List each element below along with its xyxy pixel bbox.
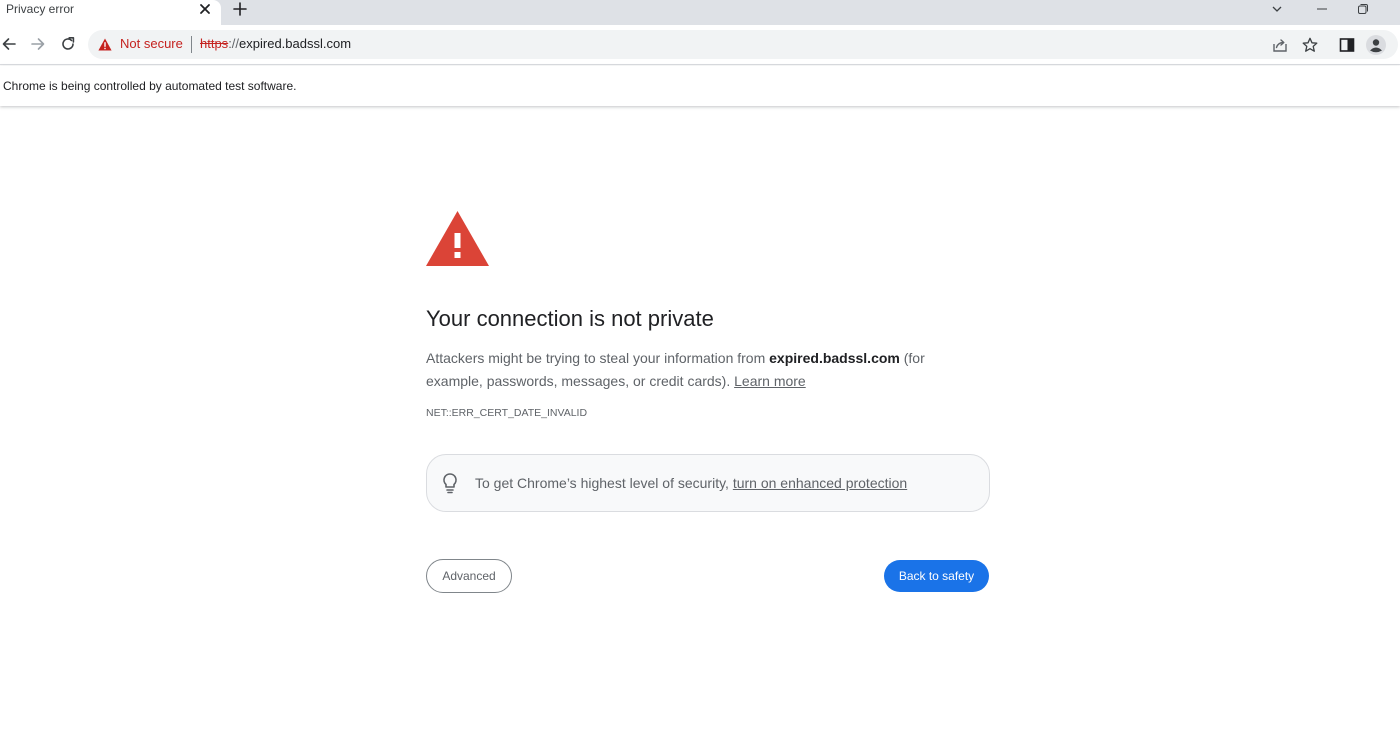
explanation-prefix: Attackers might be trying to steal your … [426,350,770,366]
security-chip[interactable]: Not secure [120,36,183,51]
enhanced-prefix: To get Chrome’s highest level of securit… [475,475,733,491]
close-icon[interactable] [198,2,212,16]
reload-icon[interactable] [60,36,76,52]
side-panel-icon[interactable] [1339,37,1355,53]
learn-more-link[interactable]: Learn more [734,373,806,389]
advanced-button[interactable]: Advanced [426,559,512,593]
lightbulb-icon [443,473,457,494]
url-text[interactable]: https://expired.badssl.com [200,36,351,51]
automation-infobar: Chrome is being controlled by automated … [0,66,1400,106]
browser-toolbar: Not secure https://expired.badssl.com [0,25,1400,65]
enhanced-protection-link[interactable]: turn on enhanced protection [733,475,907,491]
minimize-icon[interactable] [1316,3,1328,15]
tab-strip: Privacy error [0,0,1400,25]
explanation-host: expired.badssl.com [769,350,900,366]
address-bar[interactable]: Not secure https://expired.badssl.com [88,30,1398,59]
page-title: Your connection is not private [426,306,714,331]
chevron-down-icon[interactable] [1271,3,1283,15]
arrow-left-icon[interactable] [1,36,17,52]
infobar-message: Chrome is being controlled by automated … [3,79,297,93]
url-scheme: https [200,36,229,51]
warning-triangle-icon [426,211,489,266]
back-to-safety-button[interactable]: Back to safety [884,560,989,592]
profile-avatar-icon[interactable] [1366,35,1386,55]
restore-icon[interactable] [1357,3,1369,15]
enhanced-protection-text: To get Chrome’s highest level of securit… [475,475,907,491]
tab-title: Privacy error [6,2,75,16]
error-code: NET::ERR_CERT_DATE_INVALID [426,407,588,419]
arrow-right-icon[interactable] [30,36,46,52]
star-icon[interactable] [1302,37,1318,53]
url-host: expired.badssl.com [239,36,352,51]
url-separator: :// [228,36,240,51]
explanation-text: Attackers might be trying to steal your … [426,347,966,393]
enhanced-protection-banner: To get Chrome’s highest level of securit… [426,454,990,512]
share-icon[interactable] [1272,37,1288,53]
tab-privacy-error[interactable]: Privacy error [0,0,221,25]
warning-triangle-icon[interactable] [98,38,112,51]
omnibox-divider [191,36,192,53]
plus-icon[interactable] [233,2,247,16]
